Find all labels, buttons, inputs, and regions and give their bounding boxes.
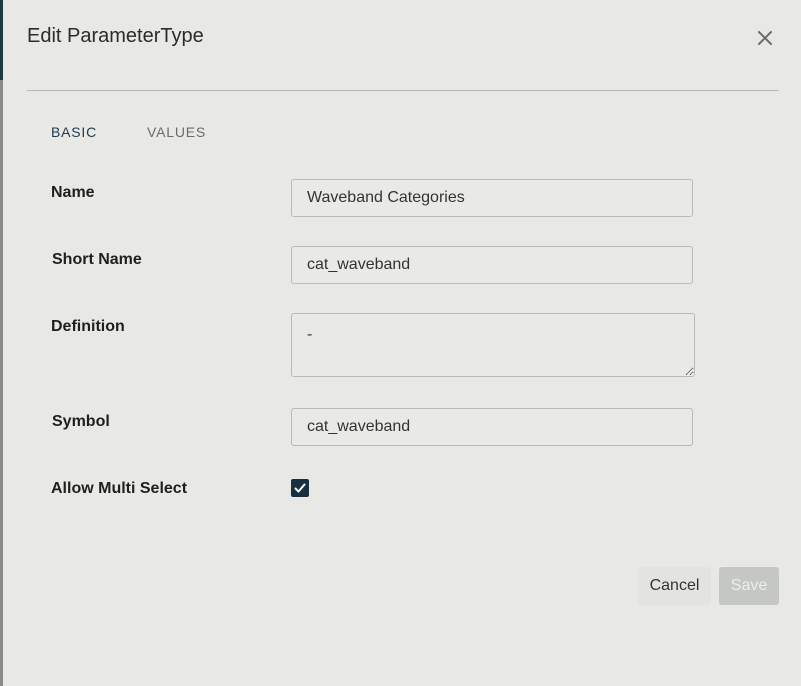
tab-basic[interactable]: BASIC bbox=[51, 124, 97, 140]
short-name-input[interactable] bbox=[291, 246, 693, 284]
edit-parametertype-dialog: Edit ParameterType BASIC VALUES Name Sho… bbox=[3, 0, 801, 686]
save-button[interactable]: Save bbox=[719, 567, 779, 605]
allow-multi-select-checkbox[interactable] bbox=[291, 479, 309, 497]
close-icon bbox=[758, 31, 772, 45]
name-label: Name bbox=[51, 184, 95, 201]
allow-multi-select-label: Allow Multi Select bbox=[51, 480, 188, 497]
cancel-button[interactable]: Cancel bbox=[638, 567, 711, 605]
definition-label: Definition bbox=[51, 318, 125, 335]
dialog-title: Edit ParameterType bbox=[27, 25, 204, 47]
close-button[interactable] bbox=[753, 26, 777, 50]
symbol-input[interactable] bbox=[291, 408, 693, 446]
definition-textarea[interactable]: - bbox=[291, 313, 695, 377]
short-name-label: Short Name bbox=[52, 251, 142, 268]
tab-values[interactable]: VALUES bbox=[147, 124, 206, 140]
name-input[interactable] bbox=[291, 179, 693, 217]
symbol-label: Symbol bbox=[52, 413, 110, 430]
header-divider bbox=[27, 90, 779, 91]
checkmark-icon bbox=[294, 483, 306, 493]
